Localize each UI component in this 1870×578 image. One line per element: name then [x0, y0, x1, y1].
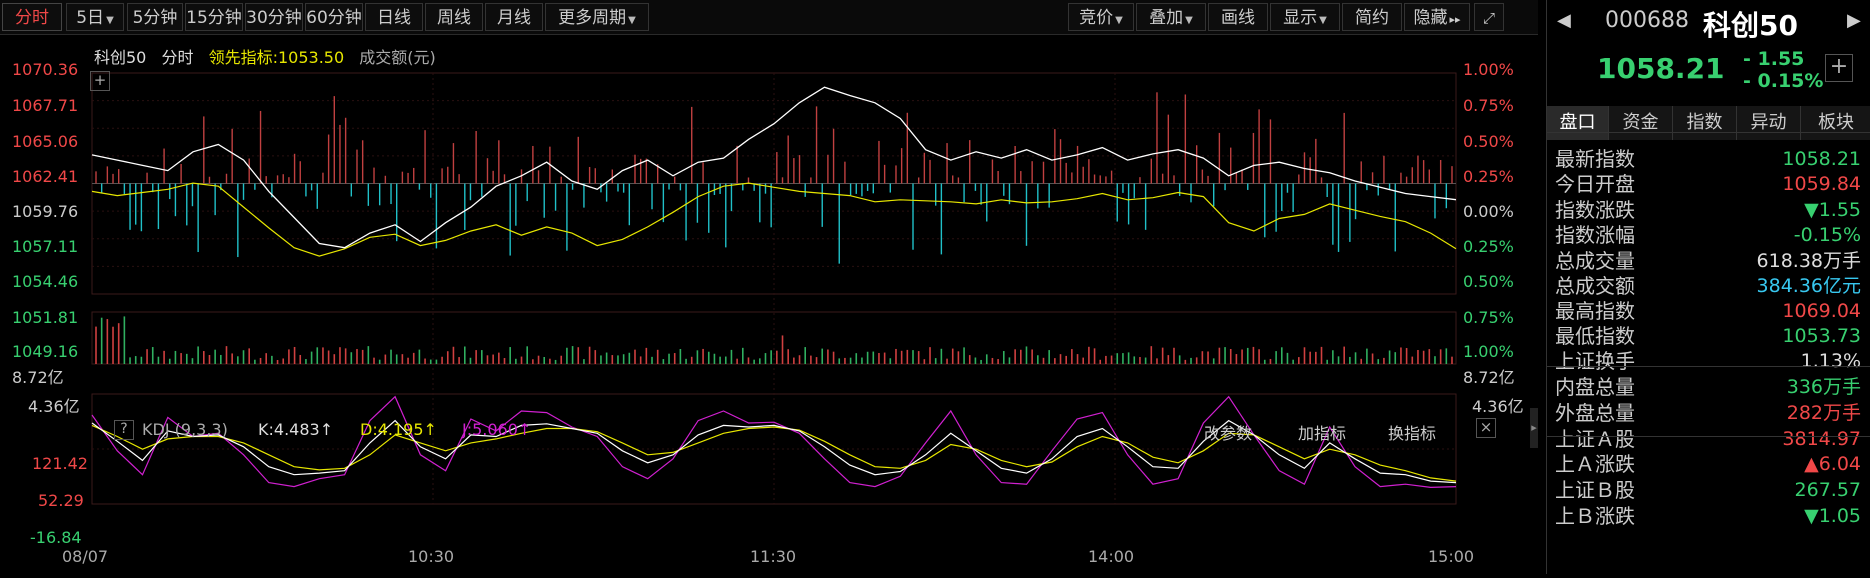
period-tab-intraday[interactable]: 分时 — [2, 3, 62, 31]
dropdown-arrow-icon: ▼ — [1185, 15, 1193, 26]
price-axis-label: 1051.81 — [12, 308, 79, 327]
time-axis-label: 11:30 — [750, 547, 797, 566]
pct-axis-label: 0.50% — [1463, 132, 1514, 151]
tab-funds[interactable]: 资金 — [1609, 106, 1673, 140]
volume-axis-top: 8.72亿 — [12, 368, 64, 387]
kdj-title: KDJ (9,3,3) — [142, 420, 228, 439]
price-axis-label: 1065.06 — [12, 132, 79, 151]
lead-indicator-label: 领先指标:1053.50 — [208, 48, 345, 67]
dropdown-arrow-icon: ▼ — [1319, 15, 1327, 26]
kdj-j-value: J:5.060↑ — [462, 420, 532, 439]
switch-indicator-button[interactable]: 换指标 — [1388, 420, 1436, 444]
volume-unit-label: 成交额(元) — [359, 48, 436, 67]
tab-quote[interactable]: 盘口 — [1547, 106, 1609, 140]
dropdown-arrow-icon: ▼ — [1115, 15, 1123, 26]
volume-axis-top-right: 8.72亿 — [1463, 368, 1515, 387]
period-tab-15min[interactable]: 15分钟 — [185, 3, 243, 31]
pct-axis-label: 0.50% — [1463, 272, 1514, 291]
add-to-watchlist-icon[interactable]: + — [1825, 54, 1853, 82]
kdj-k-value: K:4.483↑ — [258, 420, 334, 439]
latest-price: 1058.21 — [1597, 52, 1725, 85]
prev-index-icon[interactable]: ◀ — [1557, 10, 1571, 31]
divider — [1547, 436, 1870, 437]
hide-label: 隐藏 — [1413, 8, 1448, 28]
price-change-pct: - 0.15% — [1743, 70, 1824, 92]
price-axis-label: 1057.11 — [12, 237, 79, 256]
kdj-d-value: D:4.195↑ — [360, 420, 437, 439]
chart-area: 科创50 分时 领先指标:1053.50 成交额(元) + 1070.36 10… — [0, 34, 1538, 574]
overlay-label: 叠加 — [1149, 8, 1184, 28]
time-axis-label: 08/07 — [62, 547, 109, 566]
quote-row-value: ▼1.05 — [1804, 505, 1861, 527]
fullscreen-icon[interactable]: ⤢ — [1474, 3, 1504, 31]
display-dropdown[interactable]: 显示 ▼ — [1270, 3, 1340, 31]
volume-axis-mid-right: 4.36亿 — [1472, 397, 1524, 416]
period-tab-5day[interactable]: 5日 ▼ — [66, 3, 124, 31]
quote-row: 上Ｂ涨跌 ▼1.05 — [1555, 501, 1867, 531]
draw-line-button[interactable]: 画线 — [1208, 3, 1268, 31]
add-indicator-icon[interactable]: + — [90, 71, 110, 91]
period-tab-60min[interactable]: 60分钟 — [305, 3, 363, 31]
kdj-axis-label: 52.29 — [38, 491, 84, 510]
quote-row-label: 上Ｂ涨跌 — [1555, 504, 1635, 528]
period-tab-30min[interactable]: 30分钟 — [245, 3, 303, 31]
time-axis-label: 15:00 — [1428, 547, 1475, 566]
tab-index[interactable]: 指数 — [1673, 106, 1737, 140]
price-change: - 1.55 — [1743, 48, 1805, 70]
period-tab-monthly[interactable]: 月线 — [485, 3, 543, 31]
auction-dropdown[interactable]: 竞价 ▼ — [1068, 3, 1134, 31]
display-label: 显示 — [1283, 8, 1318, 28]
price-axis-label: 1059.76 — [12, 202, 79, 221]
double-chevron-right-icon: ▸▸ — [1449, 13, 1461, 26]
hide-button[interactable]: 隐藏 ▸▸ — [1404, 3, 1470, 31]
modify-params-button[interactable]: 改参数 — [1204, 420, 1252, 444]
mode-label: 分时 — [161, 48, 194, 67]
divider — [1547, 132, 1870, 133]
close-icon[interactable]: × — [1476, 418, 1496, 438]
kdj-axis-label: 121.42 — [32, 454, 88, 473]
period-tab-5min[interactable]: 5分钟 — [127, 3, 183, 31]
more-periods-label: 更多周期 — [558, 8, 627, 28]
intraday-chart[interactable] — [0, 34, 1538, 574]
period-tab-weekly[interactable]: 周线 — [425, 3, 483, 31]
divider — [1547, 366, 1870, 367]
dropdown-arrow-icon: ▼ — [628, 15, 636, 26]
period-5day-label: 5日 — [76, 8, 105, 28]
dropdown-arrow-icon: ▼ — [106, 15, 114, 26]
more-periods-dropdown[interactable]: 更多周期 ▼ — [545, 3, 649, 31]
auction-label: 竞价 — [1079, 8, 1114, 28]
kdj-help-icon[interactable]: ? — [114, 420, 134, 440]
price-axis-label: 1054.46 — [12, 272, 79, 291]
quote-panel: ◀ 000688 科创50 ▶ 1058.21 - 1.55 - 0.15% +… — [1546, 0, 1870, 574]
pct-axis-label: 0.75% — [1463, 308, 1514, 327]
period-tab-daily[interactable]: 日线 — [365, 3, 423, 31]
chart-header: 科创50 分时 领先指标:1053.50 成交额(元) — [94, 44, 436, 68]
pct-axis-label: 0.75% — [1463, 96, 1514, 115]
period-toolbar: 分时 5日 ▼ 5分钟 15分钟 30分钟 60分钟 日线 周线 月线 更多周期 ▼… — [0, 0, 1538, 35]
collapse-panel-handle[interactable]: ▸ — [1530, 408, 1538, 448]
index-name: 科创50 — [1703, 9, 1798, 42]
pct-axis-label: 1.00% — [1463, 342, 1514, 361]
overlay-dropdown[interactable]: 叠加 ▼ — [1136, 3, 1206, 31]
pct-axis-label: 0.25% — [1463, 237, 1514, 256]
volume-axis-mid: 4.36亿 — [28, 397, 80, 416]
tab-movement[interactable]: 异动 — [1737, 106, 1801, 140]
add-indicator-button[interactable]: 加指标 — [1298, 420, 1346, 444]
price-axis-label: 1067.71 — [12, 96, 79, 115]
simple-mode-button[interactable]: 简约 — [1342, 3, 1402, 31]
next-index-icon[interactable]: ▶ — [1847, 10, 1861, 31]
time-axis-label: 14:00 — [1088, 547, 1135, 566]
price-axis-label: 1062.41 — [12, 167, 79, 186]
pct-axis-label: 0.00% — [1463, 202, 1514, 221]
index-code: 000688 — [1605, 8, 1689, 33]
pct-axis-label: 0.25% — [1463, 167, 1514, 186]
tab-sector[interactable]: 板块 — [1801, 106, 1870, 140]
pct-axis-label: 1.00% — [1463, 60, 1514, 79]
index-name-label: 科创50 — [94, 48, 147, 67]
price-axis-label: 1049.16 — [12, 342, 79, 361]
time-axis-label: 10:30 — [408, 547, 455, 566]
kdj-axis-label: -16.84 — [30, 528, 82, 547]
price-axis-label: 1070.36 — [12, 60, 79, 79]
